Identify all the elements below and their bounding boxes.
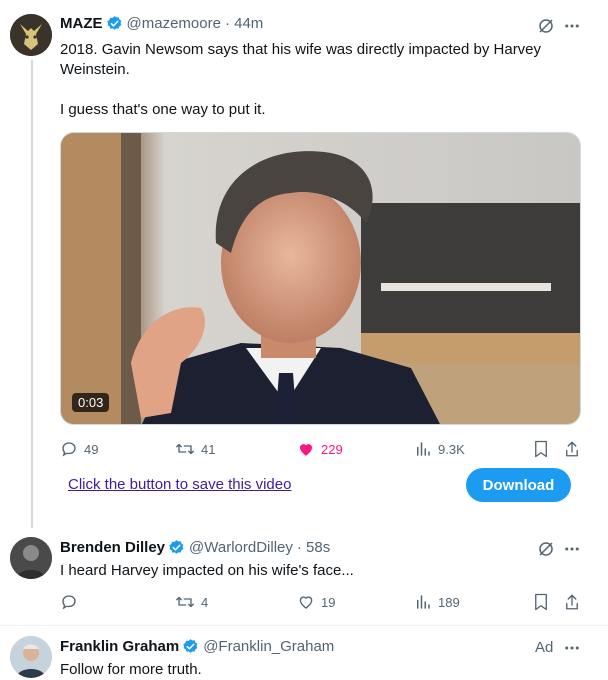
more-options-icon[interactable]	[562, 539, 582, 559]
share-icon[interactable]	[563, 593, 581, 611]
retweet-count: 41	[201, 441, 216, 457]
heart-icon	[299, 596, 313, 609]
author-name[interactable]: Brenden Dilley	[60, 539, 165, 556]
video-player[interactable]	[60, 132, 581, 425]
video-frame	[61, 133, 580, 424]
avatar[interactable]	[10, 14, 52, 56]
author-handle[interactable]: @mazemoore	[127, 15, 221, 32]
author-handle[interactable]: @Franklin_Graham	[203, 638, 334, 655]
reply-icon	[62, 595, 76, 610]
grok-icon[interactable]	[536, 16, 556, 36]
download-button[interactable]: Download	[466, 468, 571, 502]
verified-badge-icon	[169, 540, 184, 554]
view-count: 189	[438, 594, 460, 610]
like-count: 229	[321, 441, 343, 457]
tweet-reply-brenden[interactable]: Brenden Dilley @WarlordDilley · 58s I he…	[0, 527, 608, 627]
tweet-ad-franklin[interactable]: Franklin Graham @Franklin_Graham Ad Foll…	[0, 626, 608, 680]
like-button[interactable]: 19	[297, 593, 335, 611]
more-options-icon[interactable]	[562, 638, 582, 658]
tweet-text-line1: 2018. Gavin Newsom says that his wife wa…	[60, 41, 542, 58]
share-icon[interactable]	[563, 440, 581, 458]
grok-icon[interactable]	[536, 539, 556, 559]
tweet-maze[interactable]: MAZE @mazemoore · 44m 2018. Gavin Newsom…	[0, 0, 608, 528]
like-button[interactable]: 229	[297, 440, 343, 458]
reply-button[interactable]	[60, 593, 84, 611]
retweet-icon	[176, 596, 194, 608]
views-button[interactable]: 189	[414, 593, 460, 611]
views-button[interactable]: 9.3K	[414, 440, 465, 458]
more-options-icon[interactable]	[562, 16, 582, 36]
author-handle[interactable]: @WarlordDilley	[189, 539, 293, 556]
views-icon	[417, 595, 430, 609]
tweet-text: I heard Harvey impacted on his wife's fa…	[60, 562, 354, 579]
verified-badge-icon	[183, 639, 198, 653]
tweet-text: Follow for more truth.	[60, 661, 202, 678]
reply-count: 49	[84, 441, 99, 457]
author-name[interactable]: MAZE	[60, 15, 103, 32]
avatar-photo	[10, 636, 52, 678]
like-count: 19	[321, 594, 336, 610]
retweet-count: 4	[201, 594, 209, 610]
maze-logo-icon	[10, 14, 52, 56]
avatar[interactable]	[10, 636, 52, 678]
retweet-button[interactable]: 4	[175, 593, 208, 611]
avatar-photo	[10, 537, 52, 579]
post-time[interactable]: · 44m	[225, 15, 263, 32]
heart-filled-icon	[300, 444, 312, 456]
verified-badge-icon	[106, 16, 121, 30]
video-timestamp: 0:03	[72, 393, 110, 412]
views-icon	[417, 442, 430, 456]
author-name[interactable]: Franklin Graham	[60, 638, 179, 655]
tweet-text-line2: Weinstein.	[60, 61, 130, 78]
view-count: 9.3K	[438, 441, 465, 457]
retweet-icon	[176, 443, 194, 455]
bookmark-icon[interactable]	[532, 440, 550, 458]
post-time[interactable]: · 58s	[297, 539, 330, 556]
retweet-button[interactable]: 41	[175, 440, 215, 458]
tweet-text-line3: I guess that's one way to put it.	[60, 101, 266, 118]
thread-line	[31, 60, 33, 528]
bookmark-icon[interactable]	[532, 593, 550, 611]
ad-label: Ad	[535, 639, 554, 656]
save-video-link[interactable]: Click the button to save this video	[68, 476, 291, 493]
reply-icon	[62, 442, 76, 457]
reply-button[interactable]: 49	[60, 440, 98, 458]
avatar[interactable]	[10, 537, 52, 579]
